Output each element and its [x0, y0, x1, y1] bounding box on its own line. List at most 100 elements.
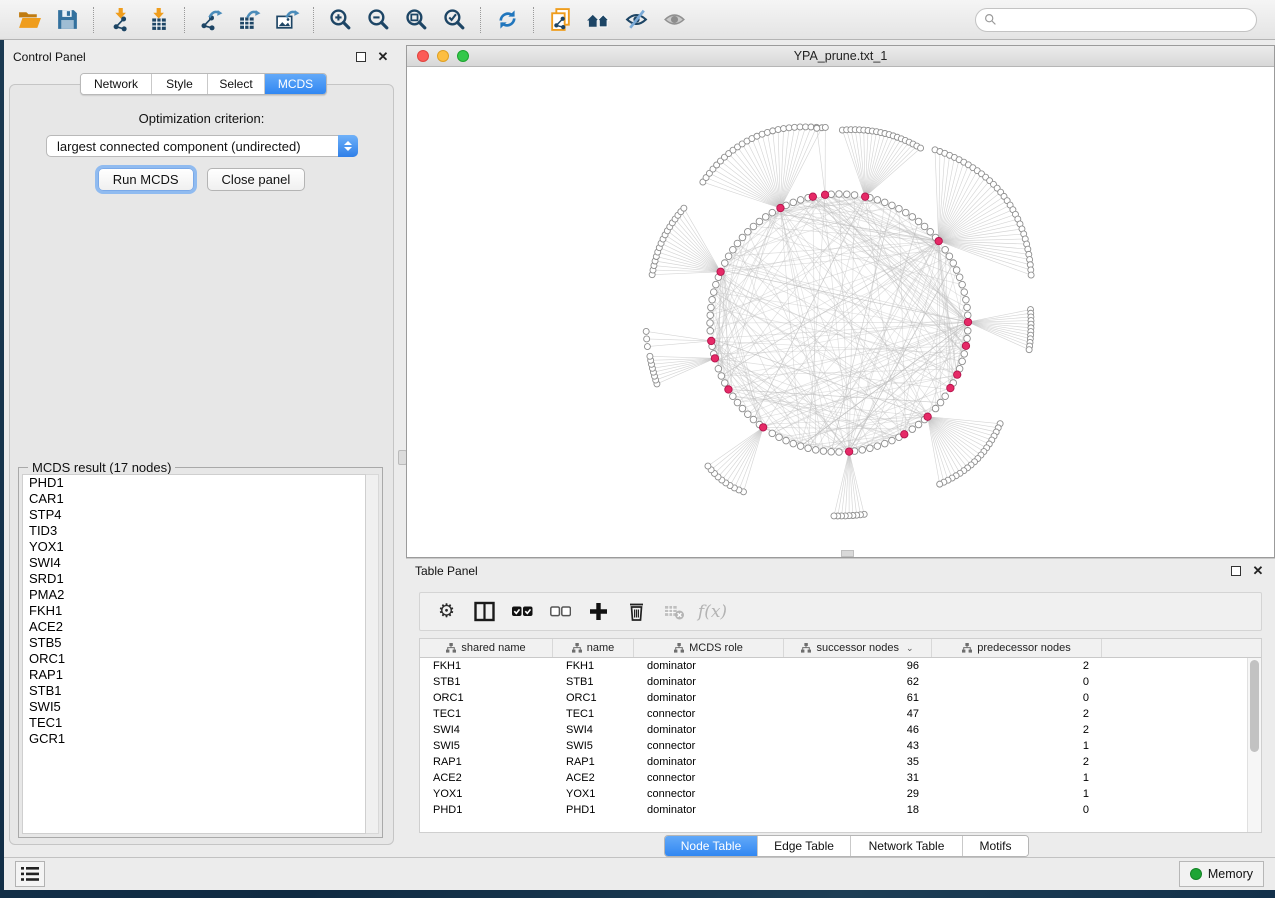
ring-node[interactable]	[874, 443, 881, 450]
ring-node[interactable]	[953, 267, 960, 274]
table-row[interactable]: SWI5SWI5connector431	[420, 738, 1261, 754]
leaf-node[interactable]	[705, 463, 711, 469]
ring-node[interactable]	[707, 320, 714, 327]
network-canvas[interactable]	[407, 67, 1274, 557]
delete-columns-button[interactable]	[622, 598, 651, 626]
mcds-node[interactable]	[935, 237, 942, 244]
ring-node[interactable]	[909, 426, 916, 433]
hide-selected-button[interactable]	[617, 4, 655, 36]
ring-node[interactable]	[744, 411, 751, 418]
table-row[interactable]: RAP1RAP1dominator352	[420, 754, 1261, 770]
table-row[interactable]: STB1STB1dominator620	[420, 674, 1261, 690]
float-table-panel-icon[interactable]	[1228, 563, 1244, 579]
ring-node[interactable]	[964, 335, 971, 342]
ring-node[interactable]	[820, 448, 827, 455]
table-row[interactable]: ORC1ORC1dominator610	[420, 690, 1261, 706]
ring-node[interactable]	[889, 437, 896, 444]
ring-node[interactable]	[750, 416, 757, 423]
zoom-in-button[interactable]	[321, 4, 359, 36]
search-input[interactable]	[1002, 13, 1248, 27]
ring-node[interactable]	[713, 281, 720, 288]
save-session-button[interactable]	[48, 4, 86, 36]
leaf-node[interactable]	[918, 145, 924, 151]
ring-node[interactable]	[769, 430, 776, 437]
export-network-button[interactable]	[192, 4, 230, 36]
leaf-node[interactable]	[681, 205, 687, 211]
ring-node[interactable]	[937, 399, 944, 406]
ring-node[interactable]	[964, 327, 971, 334]
mcds-node[interactable]	[708, 337, 715, 344]
ring-node[interactable]	[762, 214, 769, 221]
ring-node[interactable]	[783, 437, 790, 444]
ring-node[interactable]	[836, 449, 843, 456]
ring-node[interactable]	[721, 260, 728, 267]
ring-node[interactable]	[963, 296, 970, 303]
import-network-button[interactable]	[101, 4, 139, 36]
ring-node[interactable]	[730, 393, 737, 400]
mcds-node[interactable]	[901, 431, 908, 438]
mcds-node[interactable]	[954, 371, 961, 378]
ring-node[interactable]	[734, 240, 741, 247]
mcds-node[interactable]	[861, 193, 868, 200]
mcds-result-item[interactable]: TID3	[23, 523, 365, 539]
table-row[interactable]: ACE2ACE2connector311	[420, 770, 1261, 786]
leaf-node[interactable]	[643, 328, 649, 334]
deselect-all-button[interactable]	[546, 598, 575, 626]
leaf-node[interactable]	[644, 344, 650, 350]
ring-node[interactable]	[942, 393, 949, 400]
ring-node[interactable]	[921, 223, 928, 230]
ring-node[interactable]	[710, 289, 717, 296]
leaf-node[interactable]	[647, 353, 653, 359]
ring-node[interactable]	[836, 191, 843, 198]
leaf-node[interactable]	[937, 481, 943, 487]
close-table-panel-icon[interactable]: ✕	[1250, 563, 1266, 579]
ring-node[interactable]	[959, 281, 966, 288]
mcds-node[interactable]	[964, 318, 971, 325]
ring-node[interactable]	[889, 202, 896, 209]
leaf-node[interactable]	[1028, 272, 1034, 278]
leaf-node[interactable]	[644, 336, 650, 342]
tab-select[interactable]: Select	[208, 74, 265, 94]
ring-node[interactable]	[744, 228, 751, 235]
mcds-result-item[interactable]: YOX1	[23, 539, 365, 555]
leaf-node[interactable]	[775, 127, 781, 133]
mcds-result-list[interactable]: PHD1CAR1STP4TID3YOX1SWI4SRD1PMA2FKH1ACE2…	[22, 474, 366, 834]
ring-node[interactable]	[874, 197, 881, 204]
ring-node[interactable]	[739, 405, 746, 412]
ring-node[interactable]	[915, 421, 922, 428]
mcds-result-item[interactable]: CAR1	[23, 491, 365, 507]
maximize-window-icon[interactable]	[457, 50, 469, 62]
leaf-node[interactable]	[822, 124, 828, 130]
table-row[interactable]: PHD1PHD1dominator180	[420, 802, 1261, 818]
mcds-result-item[interactable]: TEC1	[23, 715, 365, 731]
mcds-result-item[interactable]: SRD1	[23, 571, 365, 587]
run-mcds-button[interactable]: Run MCDS	[98, 168, 194, 191]
ring-node[interactable]	[915, 218, 922, 225]
canvas-splitter-grip[interactable]	[841, 550, 854, 557]
table-row[interactable]: SWI4SWI4dominator462	[420, 722, 1261, 738]
apply-layout-button[interactable]	[488, 4, 526, 36]
ring-node[interactable]	[959, 358, 966, 365]
table-row[interactable]: YOX1YOX1connector291	[420, 786, 1261, 802]
tab-mcds[interactable]: MCDS	[265, 74, 326, 94]
criterion-dropdown[interactable]: largest connected component (undirected)	[46, 135, 358, 157]
ring-node[interactable]	[790, 199, 797, 206]
ring-node[interactable]	[881, 440, 888, 447]
ring-node[interactable]	[734, 399, 741, 406]
mcds-result-item[interactable]: SWI5	[23, 699, 365, 715]
ring-node[interactable]	[730, 246, 737, 253]
mcds-result-item[interactable]: PHD1	[23, 475, 365, 491]
network-graph[interactable]	[407, 67, 1274, 557]
column-header-predecessor-nodes[interactable]: predecessor nodes	[932, 639, 1102, 657]
memory-button[interactable]: Memory	[1179, 861, 1264, 887]
mcds-node[interactable]	[947, 384, 954, 391]
tab-network[interactable]: Network	[81, 74, 152, 94]
node-table[interactable]: shared namenameMCDS rolesuccessor nodes⌄…	[419, 638, 1262, 833]
zoom-fit-button[interactable]	[397, 4, 435, 36]
export-image-button[interactable]	[268, 4, 306, 36]
mcds-node[interactable]	[717, 268, 724, 275]
new-network-from-selection-button[interactable]	[541, 4, 579, 36]
mcds-node[interactable]	[924, 413, 931, 420]
mcds-result-item[interactable]: RAP1	[23, 667, 365, 683]
ring-node[interactable]	[956, 274, 963, 281]
